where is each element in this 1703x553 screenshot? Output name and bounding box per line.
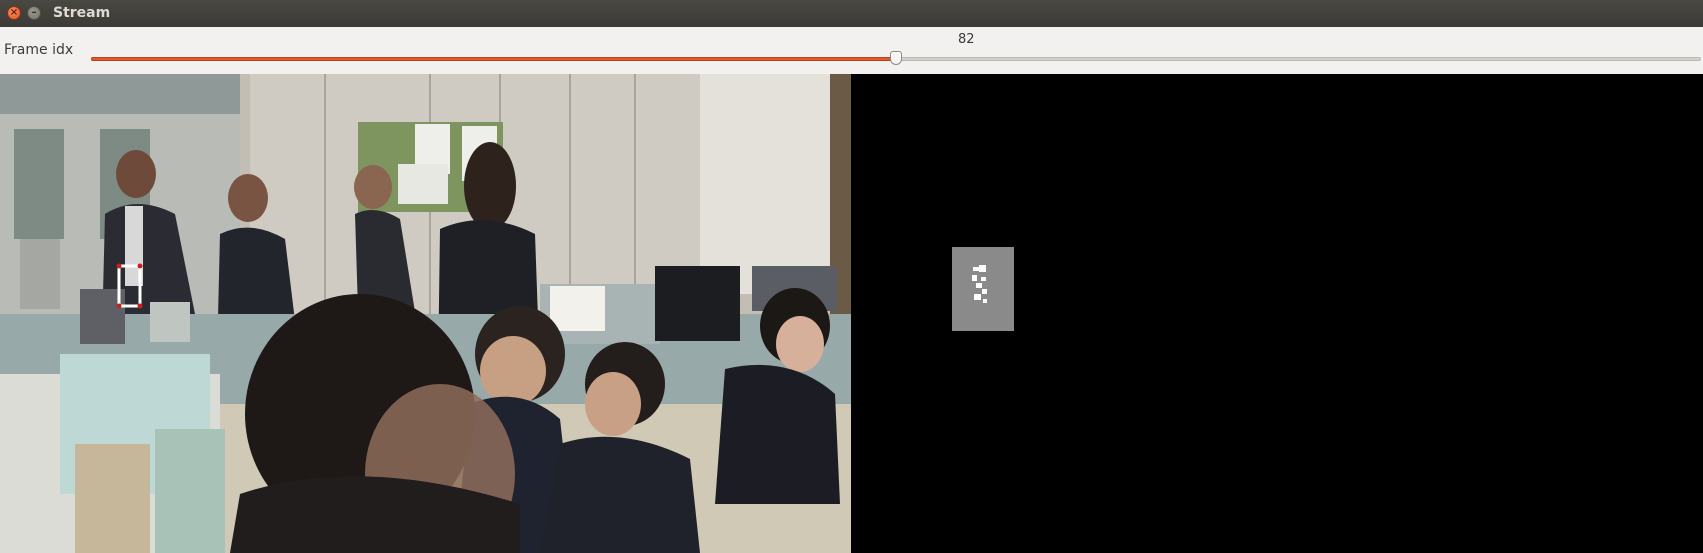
window-titlebar: × – Stream [0,0,1703,27]
frame-idx-label: Frame idx [4,42,74,58]
mask-pane [851,74,1703,553]
mask-region [952,247,1014,331]
video-frame [0,74,851,553]
minimize-icon: – [31,7,37,18]
close-icon: × [9,7,19,18]
toolbar: Frame idx 82 [0,27,1703,74]
close-button[interactable]: × [7,6,21,20]
window-title: Stream [53,5,111,21]
office-scene-image [0,74,851,553]
frame-idx-value: 82 [958,32,975,47]
slider-fill [91,57,896,61]
slider-handle[interactable] [890,51,902,65]
minimize-button[interactable]: – [27,6,41,20]
